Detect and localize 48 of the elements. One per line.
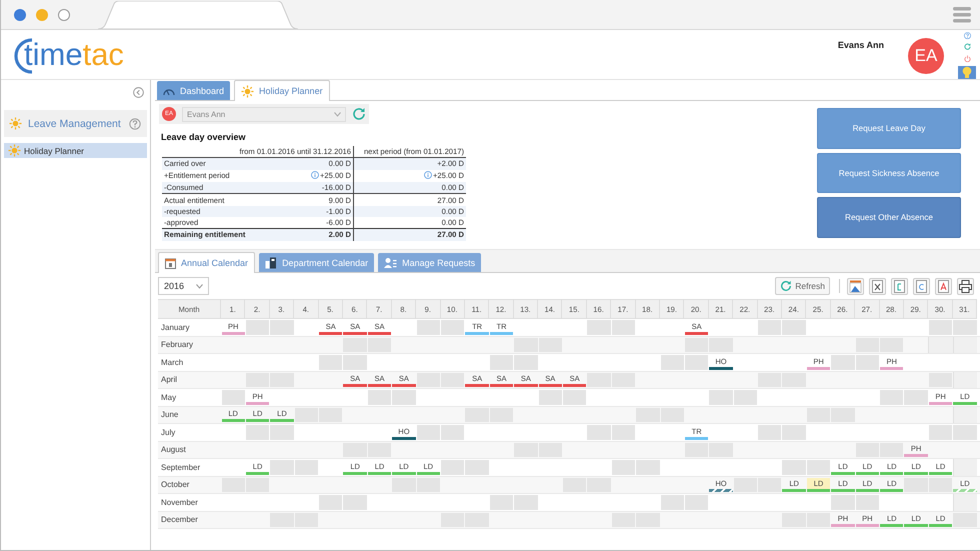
- tab[interactable]: Holiday Planner: [234, 80, 330, 101]
- month-label: June: [161, 410, 180, 420]
- logo: timetac: [8, 30, 124, 80]
- print-icon[interactable]: [959, 280, 972, 292]
- info-icon[interactable]: [310, 171, 319, 180]
- month-label: March: [161, 358, 184, 367]
- refresh-icon[interactable]: [352, 107, 366, 121]
- browser-tab[interactable]: [98, 1, 298, 29]
- user-list-icon: [384, 256, 398, 268]
- menu-icon[interactable]: [953, 6, 971, 22]
- excel-export-icon[interactable]: [872, 280, 883, 292]
- document-export-icon[interactable]: [894, 280, 905, 292]
- calendar-icon: [165, 258, 176, 268]
- user-name: Evans Ann: [838, 40, 884, 52]
- building-icon: [265, 256, 278, 268]
- month-label: November: [161, 498, 199, 507]
- pdf-export-icon[interactable]: [938, 280, 949, 292]
- sun-icon: [9, 117, 22, 130]
- month-label: September: [161, 462, 202, 472]
- section-title: Leave day overview: [161, 132, 247, 142]
- month-label: May: [161, 392, 178, 402]
- request-button[interactable]: Request Other Absence: [817, 197, 961, 238]
- window-close-dot[interactable]: [14, 8, 26, 20]
- month-label: December: [161, 515, 199, 524]
- sun-icon: [241, 84, 254, 98]
- month-label: July: [161, 428, 176, 437]
- sun-icon: [8, 144, 21, 157]
- month-label: April: [161, 375, 178, 384]
- sidebar-item[interactable]: Holiday Planner: [4, 143, 147, 158]
- tab[interactable]: Annual Calendar: [158, 252, 256, 273]
- lightbulb-button[interactable]: [958, 66, 976, 79]
- window-maximize-dot[interactable]: [58, 8, 70, 20]
- month-label: January: [161, 322, 190, 332]
- csv-export-icon[interactable]: [916, 280, 927, 292]
- refresh-icon: [780, 280, 792, 292]
- month-label: February: [161, 340, 194, 350]
- refresh-button[interactable]: Refresh: [775, 277, 830, 295]
- month-label: August: [161, 445, 187, 454]
- collapse-icon[interactable]: [133, 87, 144, 98]
- module-title: Leave Management: [28, 118, 122, 130]
- window-minimize-dot[interactable]: [36, 8, 48, 20]
- month-label: October: [161, 480, 190, 490]
- info-icon[interactable]: [424, 171, 432, 180]
- chevron-icon[interactable]: [196, 284, 204, 288]
- year-select[interactable]: 2016: [158, 277, 210, 295]
- image-export-icon[interactable]: [849, 280, 862, 292]
- help-icon[interactable]: [129, 118, 141, 130]
- sidebar-item-label: Holiday Planner: [24, 146, 84, 156]
